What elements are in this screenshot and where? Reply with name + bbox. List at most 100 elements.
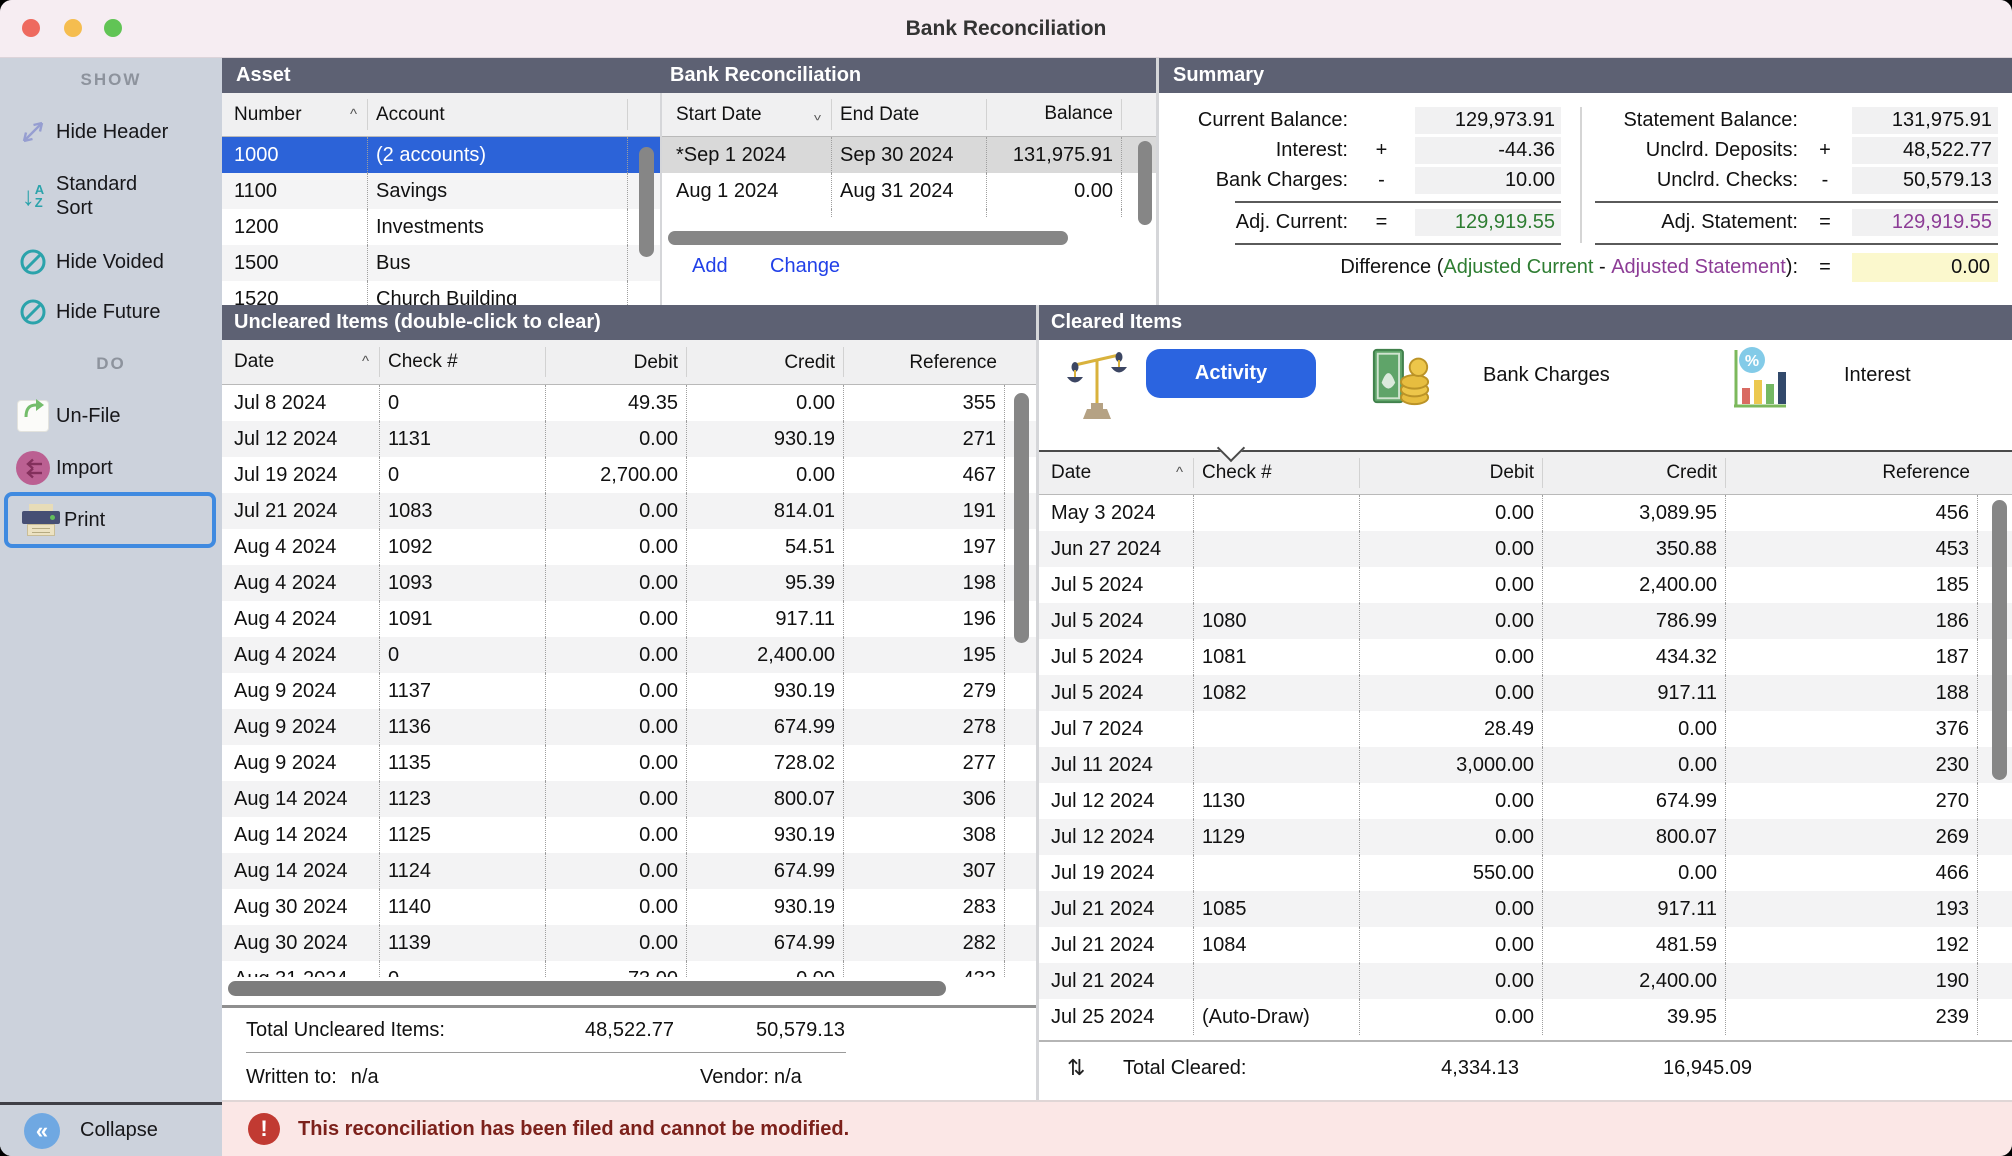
- column-header-credit[interactable]: Credit: [1543, 458, 1726, 487]
- asset-row[interactable]: 1500 Bus: [222, 245, 660, 281]
- bankrec-vertical-scrollbar[interactable]: [1138, 141, 1152, 225]
- table-row[interactable]: Jun 27 2024 0.00 350.88 453: [1039, 531, 2012, 567]
- asset-vertical-scrollbar[interactable]: [639, 147, 654, 257]
- table-row[interactable]: Aug 9 2024 1136 0.00 674.99 278: [222, 709, 1036, 745]
- column-header-debit[interactable]: Debit: [546, 347, 687, 378]
- cell-debit: 73.00: [546, 961, 687, 977]
- total-cleared-debit: 4,334.13: [1399, 1057, 1519, 1080]
- sidebar-item-hide-header[interactable]: Hide Header: [0, 108, 222, 156]
- table-row[interactable]: May 3 2024 0.00 3,089.95 456: [1039, 495, 2012, 531]
- collapse-button[interactable]: « Collapse: [0, 1102, 222, 1156]
- column-header-account[interactable]: Account: [368, 99, 628, 129]
- cell-credit: 0.00: [687, 457, 844, 493]
- column-header-date[interactable]: Date ^: [1039, 458, 1194, 487]
- table-row[interactable]: Jul 7 2024 28.49 0.00 376: [1039, 711, 2012, 747]
- minimize-button[interactable]: [64, 19, 82, 37]
- cell-check: [1194, 747, 1360, 783]
- table-row[interactable]: Aug 4 2024 1091 0.00 917.11 196: [222, 601, 1036, 637]
- table-row[interactable]: Aug 4 2024 1092 0.00 54.51 197: [222, 529, 1036, 565]
- sidebar-item-un-file[interactable]: Un-File: [0, 392, 222, 440]
- table-row[interactable]: Jul 12 2024 1129 0.00 800.07 269: [1039, 819, 2012, 855]
- column-header-start-date[interactable]: Start Date ^: [662, 99, 832, 129]
- table-row[interactable]: Aug 9 2024 1137 0.00 930.19 279: [222, 673, 1036, 709]
- cell-reference: 456: [1726, 495, 1978, 531]
- table-row[interactable]: Aug 4 2024 1093 0.00 95.39 198: [222, 565, 1036, 601]
- uncleared-horizontal-scrollbar[interactable]: [228, 981, 946, 996]
- change-link[interactable]: Change: [770, 255, 840, 278]
- bankrec-row-selected[interactable]: *Sep 1 2024 Sep 30 2024 131,975.91: [662, 137, 1156, 173]
- asset-panel: Number ^ Account 1000 (2 accounts) 1100 …: [222, 93, 660, 305]
- uncleared-panel: Date ^ Check # Debit Credit Reference Ju…: [222, 340, 1036, 1100]
- asset-row[interactable]: 1520 Church Building: [222, 281, 660, 305]
- table-row[interactable]: Jul 25 2024 (Auto-Draw) 0.00 39.95 239: [1039, 999, 2012, 1035]
- column-header-balance[interactable]: Balance: [987, 99, 1122, 129]
- cell-check: 1125: [380, 817, 546, 853]
- sidebar-item-print[interactable]: Print: [4, 492, 216, 548]
- column-header-credit[interactable]: Credit: [687, 347, 844, 378]
- table-row[interactable]: Aug 4 2024 0 0.00 2,400.00 195: [222, 637, 1036, 673]
- table-row[interactable]: Jul 12 2024 1131 0.00 930.19 271: [222, 421, 1036, 457]
- collapse-chevrons-icon: «: [24, 1113, 60, 1149]
- sidebar-item-standard-sort[interactable]: ↓ AZ Standard Sort: [0, 160, 222, 232]
- cell-check: 1083: [380, 493, 546, 529]
- table-row[interactable]: Aug 14 2024 1124 0.00 674.99 307: [222, 853, 1036, 889]
- bankrec-row[interactable]: Aug 1 2024 Aug 31 2024 0.00: [662, 173, 1156, 209]
- table-row[interactable]: Jul 21 2024 1084 0.00 481.59 192: [1039, 927, 2012, 963]
- table-row[interactable]: Jul 21 2024 0.00 2,400.00 190: [1039, 963, 2012, 999]
- cell-reference: 196: [844, 601, 1005, 637]
- cell-debit: 0.00: [546, 637, 687, 673]
- tab-interest[interactable]: Interest: [1844, 364, 1911, 387]
- column-header-check[interactable]: Check #: [1194, 458, 1360, 487]
- table-row[interactable]: Aug 31 2024 0 73.00 0.00 433: [222, 961, 1036, 977]
- cleared-vertical-scrollbar[interactable]: [1992, 500, 2007, 780]
- cell-debit: 0.00: [1360, 639, 1543, 675]
- table-row[interactable]: Jul 12 2024 1130 0.00 674.99 270: [1039, 783, 2012, 819]
- table-row[interactable]: Jul 11 2024 3,000.00 0.00 230: [1039, 747, 2012, 783]
- uncleared-vertical-scrollbar[interactable]: [1014, 393, 1029, 643]
- column-header-debit[interactable]: Debit: [1360, 458, 1543, 487]
- table-row[interactable]: Aug 9 2024 1135 0.00 728.02 277: [222, 745, 1036, 781]
- column-header-check[interactable]: Check #: [380, 347, 546, 378]
- tab-bank-charges[interactable]: Bank Charges: [1483, 364, 1610, 387]
- table-row[interactable]: Aug 14 2024 1123 0.00 800.07 306: [222, 781, 1036, 817]
- cell-reference: 197: [844, 529, 1005, 565]
- table-row[interactable]: Aug 14 2024 1125 0.00 930.19 308: [222, 817, 1036, 853]
- sidebar-item-label: Standard Sort: [56, 172, 166, 220]
- cell-date: Jul 19 2024: [1039, 855, 1194, 891]
- table-row[interactable]: Jul 21 2024 1085 0.00 917.11 193: [1039, 891, 2012, 927]
- cell-reference: 187: [1726, 639, 1978, 675]
- column-header-date[interactable]: Date ^: [222, 347, 380, 378]
- table-row[interactable]: Jul 5 2024 0.00 2,400.00 185: [1039, 567, 2012, 603]
- asset-row[interactable]: 1100 Savings: [222, 173, 660, 209]
- cell-credit: 434.32: [1543, 639, 1726, 675]
- cell-debit: 0.00: [1360, 675, 1543, 711]
- tab-activity[interactable]: Activity: [1146, 349, 1316, 398]
- sort-az-icon: ↓ AZ: [10, 181, 56, 212]
- table-row[interactable]: Jul 5 2024 1080 0.00 786.99 186: [1039, 603, 2012, 639]
- zoom-button[interactable]: [104, 19, 122, 37]
- table-row[interactable]: Jul 5 2024 1081 0.00 434.32 187: [1039, 639, 2012, 675]
- asset-row-selected[interactable]: 1000 (2 accounts): [222, 137, 660, 173]
- table-row[interactable]: Aug 30 2024 1140 0.00 930.19 283: [222, 889, 1036, 925]
- bankrec-horizontal-scrollbar[interactable]: [668, 231, 1068, 245]
- add-link[interactable]: Add: [692, 255, 728, 278]
- column-header-reference[interactable]: Reference: [1726, 458, 1978, 487]
- cell-debit: 49.35: [546, 385, 687, 421]
- asset-row[interactable]: 1200 Investments: [222, 209, 660, 245]
- close-button[interactable]: [22, 19, 40, 37]
- table-row[interactable]: Jul 5 2024 1082 0.00 917.11 188: [1039, 675, 2012, 711]
- table-row[interactable]: Jul 8 2024 0 49.35 0.00 355: [222, 385, 1036, 421]
- column-header-end-date[interactable]: End Date: [832, 99, 987, 129]
- column-header-number[interactable]: Number ^: [222, 99, 368, 129]
- table-row[interactable]: Jul 19 2024 550.00 0.00 466: [1039, 855, 2012, 891]
- column-header-reference[interactable]: Reference: [844, 347, 1005, 378]
- sidebar-item-import[interactable]: Import: [0, 444, 222, 492]
- show-section-label: SHOW: [0, 70, 222, 90]
- table-row[interactable]: Jul 21 2024 1083 0.00 814.01 191: [222, 493, 1036, 529]
- table-row[interactable]: Aug 30 2024 1139 0.00 674.99 282: [222, 925, 1036, 961]
- sidebar-item-label: Hide Header: [56, 120, 168, 144]
- table-row[interactable]: Jul 19 2024 0 2,700.00 0.00 467: [222, 457, 1036, 493]
- sidebar-item-hide-voided[interactable]: Hide Voided: [0, 238, 222, 286]
- cell-check: 0: [380, 961, 546, 977]
- sidebar-item-hide-future[interactable]: Hide Future: [0, 288, 222, 336]
